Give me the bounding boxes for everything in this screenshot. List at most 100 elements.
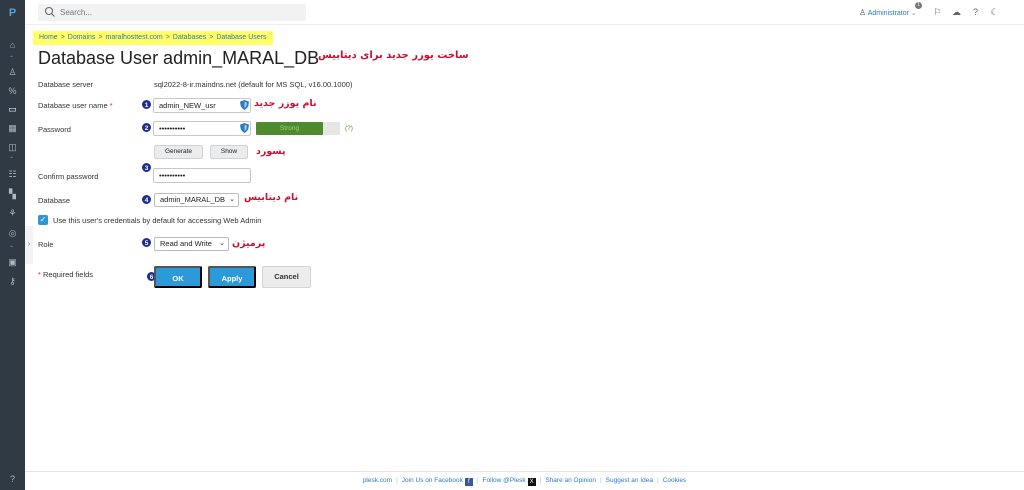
footer-link-cookies[interactable]: Cookies	[663, 477, 686, 484]
wordpress-icon[interactable]: ◎	[6, 227, 19, 240]
search-icon	[44, 6, 55, 17]
cloud-icon[interactable]: ☁	[951, 7, 962, 18]
required-fields-note: * Required fields	[38, 270, 93, 279]
x-twitter-icon[interactable]: X	[527, 478, 536, 486]
role-select-value: Read and Write	[160, 239, 212, 248]
sidebar-rail: P ⌂ ⌃ ♙ % ▭ ▦ ◫ ⌃ ☷ ▚ ⚘ ◎ ⌃ ▣ ⚷ ?	[0, 0, 25, 490]
password-strength-meter: Strong	[256, 122, 340, 135]
password-manager-shield-icon[interactable]	[240, 123, 249, 133]
breadcrumb-separator-icon: >	[165, 34, 170, 41]
required-fields-text: Required fields	[43, 270, 94, 279]
breadcrumb-home[interactable]: Home	[39, 34, 58, 41]
footer-link-facebook[interactable]: Join Us on Facebook	[402, 477, 463, 484]
breadcrumb-domains[interactable]: Domains	[68, 34, 96, 41]
default-credentials-label[interactable]: Use this user's credentials by default f…	[53, 216, 261, 225]
annotation-password: پسورد	[256, 146, 286, 157]
notification-count-badge: 1	[915, 2, 922, 9]
search-input[interactable]	[60, 6, 290, 19]
role-select[interactable]: Read and Write ⌄	[154, 237, 229, 251]
confirm-password-input[interactable]	[153, 168, 251, 183]
database-server-label: Database server	[38, 80, 94, 89]
footer-link-suggest[interactable]: Suggest an Idea	[606, 477, 653, 484]
annotation-username: نام یوزر جدید	[254, 98, 317, 109]
footer-divider: |	[599, 477, 602, 484]
password-label: Password	[38, 125, 71, 134]
username-label-text: Database user name	[38, 101, 108, 110]
user-menu[interactable]: ♙ Administrator ⌄	[859, 8, 917, 17]
confirm-password-label: Confirm password	[38, 172, 99, 181]
breadcrumb-separator-icon: >	[209, 34, 214, 41]
sliders-icon[interactable]: ☷	[6, 168, 19, 181]
breadcrumb-database-users[interactable]: Database Users	[216, 34, 266, 41]
username-input[interactable]	[153, 98, 251, 113]
step-badge-4: 4	[141, 194, 152, 205]
users-icon[interactable]: ♙	[6, 66, 19, 79]
footer-link-plesk[interactable]: plesk.com	[363, 477, 392, 484]
notifications-icon[interactable]: ⚐	[932, 7, 943, 18]
annotation-role: پرمیژن	[232, 238, 266, 249]
step-badge-2: 2	[141, 122, 152, 133]
search-box[interactable]	[38, 4, 306, 21]
breadcrumb-separator-icon: >	[98, 34, 103, 41]
show-password-button[interactable]: Show	[210, 145, 248, 159]
extensions-icon[interactable]: ▚	[6, 188, 19, 201]
footer-divider: |	[396, 477, 398, 484]
chevron-down-icon: ⌄	[910, 10, 917, 17]
user-name: Administrator	[867, 10, 909, 17]
footer-divider: |	[476, 477, 479, 484]
database-label: Database	[38, 196, 71, 205]
annotation-database: نام دیتابیس	[244, 192, 299, 203]
book-icon[interactable]: ◫	[6, 141, 19, 154]
sidebar-collapse-handle[interactable]: ›	[25, 226, 33, 264]
database-select-value: admin_MARAL_DB	[160, 195, 226, 204]
top-bar: ♙ Administrator ⌄ ⚐ ☁ ? ☾	[25, 0, 1024, 25]
checkmark-icon: ✓	[39, 215, 47, 224]
footer-divider: |	[657, 477, 659, 484]
apps-grid-icon[interactable]: ▦	[6, 122, 19, 135]
footer-divider: |	[539, 477, 542, 484]
breadcrumb-domain[interactable]: maralhosttest.com	[106, 34, 163, 41]
ok-button[interactable]: OK	[154, 266, 202, 288]
footer-link-follow[interactable]: Follow @Plesk	[483, 477, 526, 484]
breadcrumb-separator-icon: >	[60, 34, 65, 41]
theme-moon-icon[interactable]: ☾	[989, 7, 1000, 18]
password-input[interactable]	[153, 121, 251, 136]
cancel-button[interactable]: Cancel	[262, 266, 311, 288]
database-server-value: sql2022-8-ir.maindns.net (default for MS…	[154, 80, 353, 89]
chevron-down-icon: ⌄	[219, 240, 225, 247]
password-manager-shield-icon[interactable]	[240, 100, 249, 110]
database-select[interactable]: admin_MARAL_DB ⌄	[154, 193, 239, 207]
help-icon[interactable]: ?	[970, 7, 981, 18]
chevron-up-icon[interactable]: ⌃	[9, 156, 14, 163]
user-icon: ♙	[859, 8, 867, 17]
home-icon[interactable]: ⌂	[6, 39, 19, 52]
default-credentials-checkbox[interactable]: ✓	[38, 215, 48, 225]
help-circle-icon[interactable]: ?	[6, 473, 19, 486]
breadcrumb: Home > Domains > maralhosttest.com > Databases…	[33, 31, 273, 45]
required-asterisk: *	[109, 101, 113, 110]
percent-icon[interactable]: %	[6, 85, 19, 98]
page-title: Database User admin_MARAL_DB	[38, 48, 320, 68]
chevron-down-icon: ⌄	[229, 196, 235, 203]
role-label: Role	[38, 240, 54, 249]
plugin-icon[interactable]: ⚘	[6, 207, 19, 220]
key-icon[interactable]: ⚷	[6, 275, 19, 288]
footer: plesk.com | Join Us on Facebook f | Follow @P…	[25, 471, 1024, 490]
password-help-link[interactable]: (?)	[345, 125, 353, 132]
facebook-icon[interactable]: f	[464, 478, 473, 486]
username-label: Database user name *	[38, 101, 113, 110]
required-asterisk: *	[38, 270, 41, 279]
breadcrumb-databases[interactable]: Databases	[173, 34, 206, 41]
footer-link-opinion[interactable]: Share an Opinion	[545, 477, 596, 484]
generate-button[interactable]: Generate	[154, 145, 203, 159]
password-strength-label: Strong	[279, 125, 300, 132]
chevron-up-icon[interactable]: ⌃	[9, 55, 14, 62]
plesk-logo[interactable]: P	[0, 7, 25, 19]
chevron-up-icon[interactable]: ⌃	[9, 245, 14, 252]
apply-button[interactable]: Apply	[208, 266, 256, 288]
step-badge-5: 5	[141, 237, 152, 248]
annotation-title: ساخت یوزر جدید برای دیتابیس	[318, 50, 469, 61]
monitor-icon[interactable]: ▭	[6, 103, 19, 116]
package-icon[interactable]: ▣	[6, 256, 19, 269]
step-badge-3: 3	[141, 162, 152, 173]
